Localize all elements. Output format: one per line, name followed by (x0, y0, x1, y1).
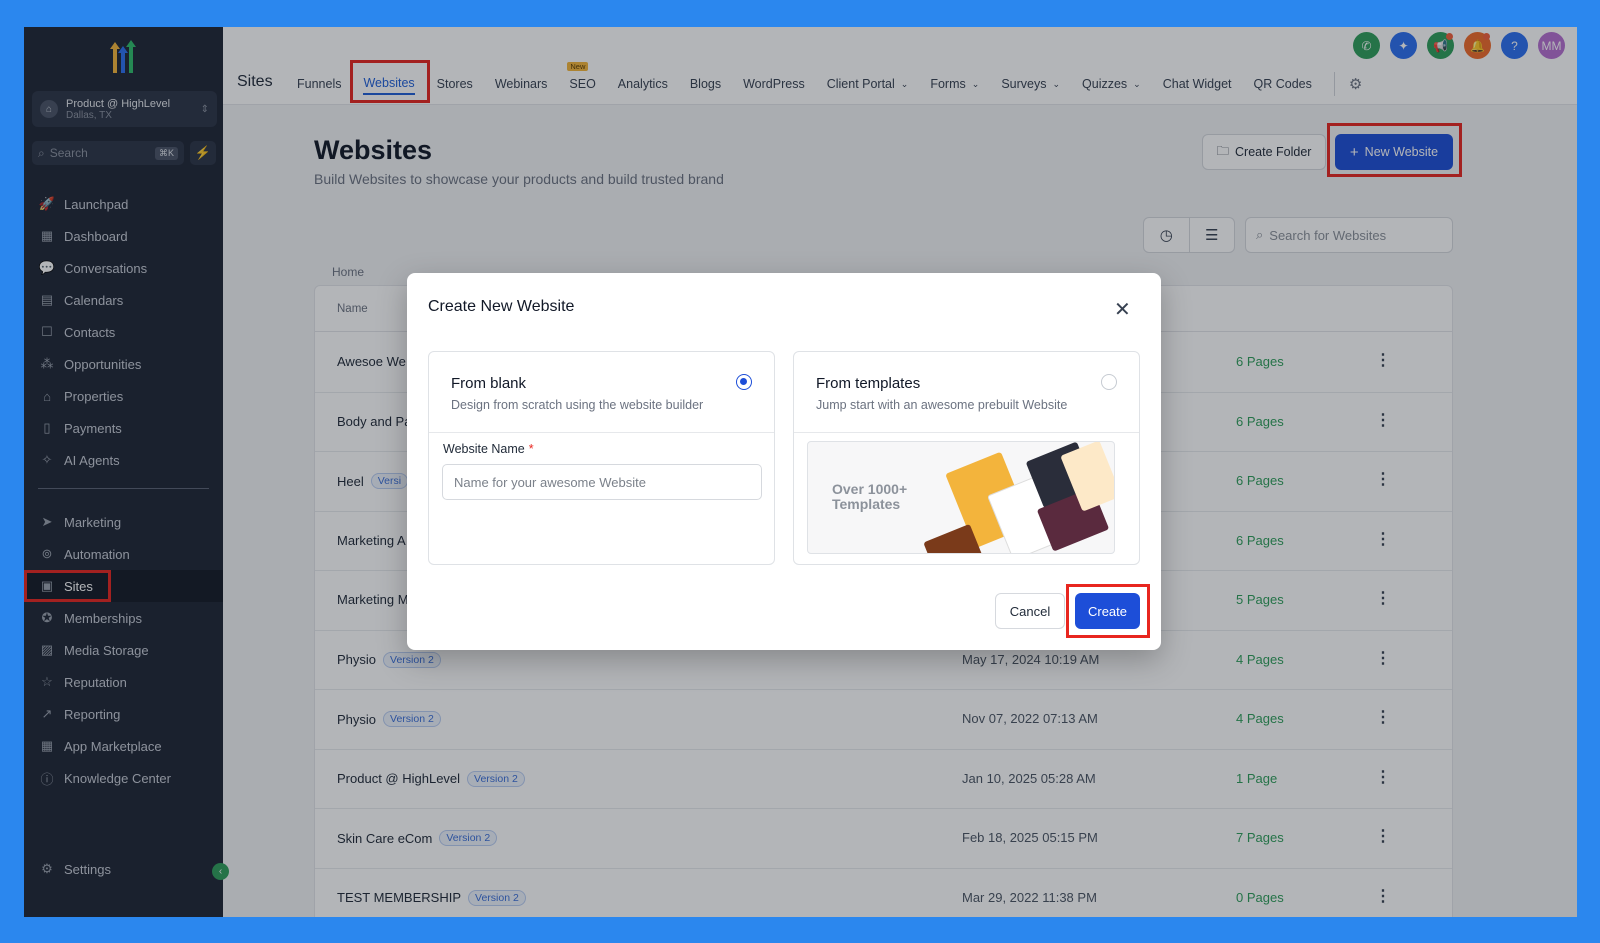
from-blank-radio[interactable] (736, 374, 752, 390)
from-templates-title: From templates (816, 375, 921, 392)
highlight-box (1066, 584, 1150, 638)
from-templates-option[interactable]: From templates Jump start with an awesom… (793, 351, 1140, 565)
from-templates-subtitle: Jump start with an awesome prebuilt Webs… (816, 398, 1068, 412)
from-blank-title: From blank (451, 375, 527, 392)
from-blank-subtitle: Design from scratch using the website bu… (451, 398, 704, 412)
website-name-input[interactable] (442, 464, 762, 500)
close-icon[interactable]: ✕ (1114, 297, 1131, 322)
templates-preview-image: Over 1000+ Templates (807, 441, 1115, 554)
create-website-modal: Create New Website ✕ From blank Design f… (407, 273, 1161, 650)
from-templates-radio[interactable] (1101, 374, 1117, 390)
from-blank-option[interactable]: From blank Design from scratch using the… (428, 351, 775, 565)
website-name-label: Website Name * (443, 442, 534, 456)
app-window: ⌂ Product @ HighLevel Dallas, TX ⇕ ⌕ Sea… (24, 27, 1577, 917)
cancel-button[interactable]: Cancel (995, 593, 1065, 629)
option-divider (794, 432, 1139, 433)
option-divider (429, 432, 774, 433)
required-mark: * (528, 442, 534, 456)
templates-banner-text: Over 1000+ Templates (832, 481, 908, 512)
modal-title: Create New Website (428, 298, 575, 315)
